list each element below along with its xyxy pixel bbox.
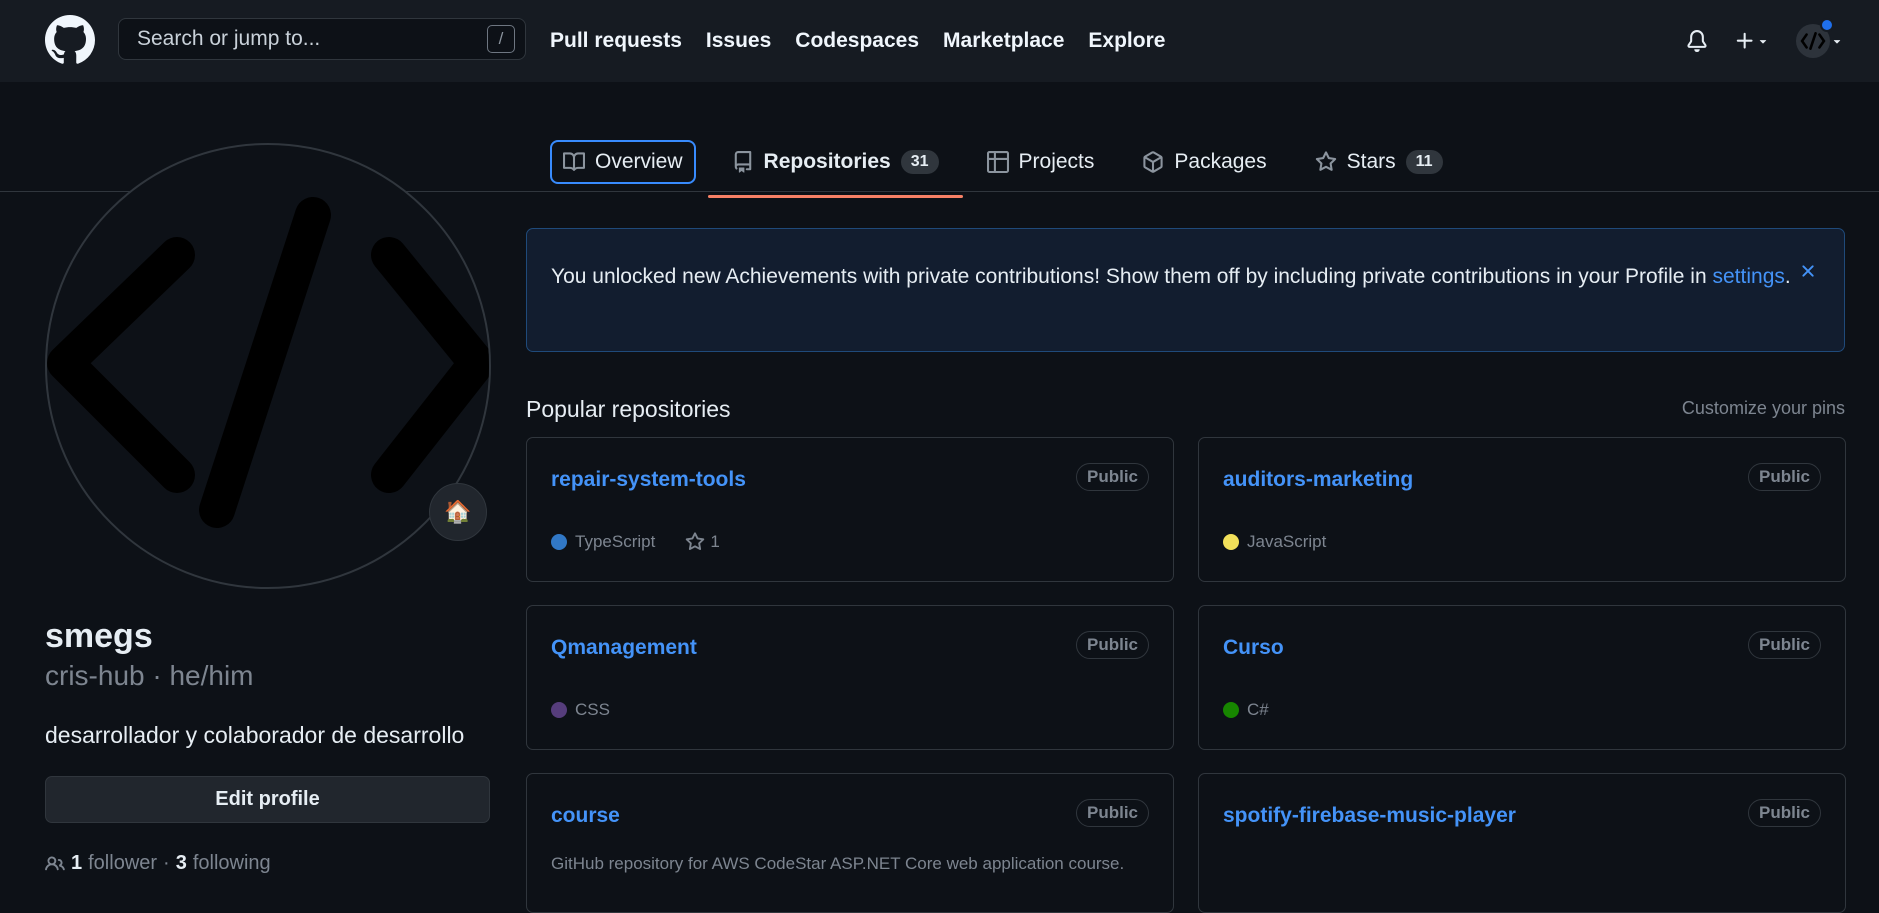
- repo-name-link[interactable]: repair-system-tools: [551, 468, 746, 492]
- visibility-badge: Public: [1747, 631, 1821, 659]
- repo-name-link[interactable]: Qmanagement: [551, 636, 697, 660]
- nav-codespaces[interactable]: Codespaces: [795, 29, 919, 53]
- repo-card: auditors-marketing Public JavaScript: [1198, 437, 1846, 582]
- profile-name: smegs: [45, 617, 153, 655]
- repo-star-count: 1: [710, 532, 720, 551]
- nav-explore[interactable]: Explore: [1088, 29, 1165, 53]
- repo-language: C#: [1247, 700, 1269, 719]
- followers-count[interactable]: 1: [71, 852, 82, 875]
- tab-stars-label: Stars: [1346, 150, 1396, 173]
- repo-name-link[interactable]: Curso: [1223, 636, 1284, 660]
- repo-card: repair-system-tools Public TypeScript 1: [526, 437, 1174, 582]
- repo-meta: CSS: [551, 700, 610, 720]
- people-icon: [45, 855, 65, 870]
- tab-projects[interactable]: Projects: [975, 140, 1107, 184]
- book-icon: [563, 152, 585, 171]
- follow-separator: ·: [163, 852, 170, 874]
- stars-count-badge: 11: [1405, 150, 1443, 174]
- tab-stars[interactable]: Stars 11: [1303, 140, 1455, 184]
- language-color-dot: [1223, 534, 1239, 550]
- tab-packages[interactable]: Packages: [1130, 140, 1278, 184]
- repo-name-link[interactable]: auditors-marketing: [1223, 468, 1413, 492]
- nav-pull-requests[interactable]: Pull requests: [550, 29, 682, 53]
- star-icon: [686, 532, 705, 551]
- package-icon: [1143, 151, 1164, 173]
- profile-avatar[interactable]: [45, 143, 491, 589]
- star-icon: [1315, 151, 1336, 171]
- repo-language: JavaScript: [1247, 532, 1327, 551]
- visibility-badge: Public: [1747, 463, 1821, 491]
- search-input[interactable]: Search or jump to... /: [118, 18, 526, 60]
- tab-packages-label: Packages: [1174, 150, 1267, 173]
- house-emoji-icon: 🏠: [444, 499, 472, 524]
- repo-description: GitHub repository for AWS CodeStar ASP.N…: [551, 854, 1125, 873]
- repo-card: spotify-firebase-music-player Public: [1198, 773, 1846, 913]
- edit-profile-button[interactable]: Edit profile: [45, 776, 490, 823]
- visibility-badge: Public: [1075, 463, 1149, 491]
- tab-overview[interactable]: Overview: [550, 140, 696, 184]
- close-icon[interactable]: [1798, 259, 1818, 291]
- language-color-dot: [1223, 702, 1239, 718]
- repo-icon: [734, 151, 751, 173]
- nav-issues[interactable]: Issues: [706, 29, 771, 53]
- banner-period: .: [1784, 265, 1791, 288]
- popular-repositories-title: Popular repositories: [526, 396, 731, 422]
- search-placeholder: Search or jump to...: [137, 27, 321, 50]
- caret-down-icon: [1833, 40, 1841, 44]
- visibility-badge: Public: [1075, 631, 1149, 659]
- repo-meta: JavaScript: [1223, 532, 1326, 552]
- language-color-dot: [551, 702, 567, 718]
- user-menu[interactable]: [1796, 18, 1844, 58]
- profile-tabs: Overview Repositories 31 Projects Packag…: [550, 132, 1455, 198]
- github-logo-icon[interactable]: [45, 15, 95, 65]
- notification-dot: [1820, 18, 1834, 32]
- plus-icon: [1736, 32, 1753, 49]
- search-shortcut-key: /: [487, 25, 515, 53]
- tab-overview-label: Overview: [595, 150, 683, 173]
- repo-stars-link[interactable]: 1: [685, 532, 720, 552]
- tab-repositories[interactable]: Repositories 31: [707, 140, 963, 198]
- banner-settings-link[interactable]: settings: [1713, 265, 1785, 288]
- repo-language: CSS: [575, 700, 610, 719]
- repo-name-link[interactable]: course: [551, 804, 620, 828]
- table-icon: [986, 151, 1009, 173]
- following-label[interactable]: following: [193, 852, 271, 875]
- code-brackets-icon: [47, 197, 489, 528]
- repo-card: Curso Public C#: [1198, 605, 1846, 750]
- repositories-count-badge: 31: [900, 150, 939, 174]
- repo-language: TypeScript: [575, 532, 656, 551]
- tab-projects-label: Projects: [1018, 150, 1095, 173]
- create-new-menu[interactable]: [1734, 30, 1770, 52]
- visibility-badge: Public: [1075, 799, 1149, 827]
- customize-pins-link[interactable]: Customize your pins: [1682, 398, 1845, 419]
- repo-meta: TypeScript 1: [551, 532, 720, 552]
- nav-marketplace[interactable]: Marketplace: [943, 29, 1064, 53]
- following-count[interactable]: 3: [176, 852, 187, 875]
- tab-repositories-label: Repositories: [763, 150, 891, 173]
- repo-meta: C#: [1223, 700, 1269, 720]
- language-color-dot: [551, 534, 567, 550]
- avatar: [1796, 18, 1834, 58]
- follow-stats: 1 follower · 3 following: [45, 852, 271, 875]
- header-actions: [1686, 0, 1844, 82]
- repo-card: Qmanagement Public CSS: [526, 605, 1174, 750]
- followers-label[interactable]: follower: [88, 852, 157, 875]
- repo-card: course Public GitHub repository for AWS …: [526, 773, 1174, 913]
- global-nav: Pull requests Issues Codespaces Marketpl…: [550, 0, 1165, 82]
- top-header: Search or jump to... / Pull requests Iss…: [0, 0, 1879, 82]
- visibility-badge: Public: [1747, 799, 1821, 827]
- achievements-banner: You unlocked new Achievements with priva…: [526, 228, 1845, 352]
- profile-login: cris-hub · he/him: [45, 660, 254, 691]
- caret-down-icon: [1759, 40, 1767, 44]
- status-emoji-button[interactable]: 🏠: [429, 483, 487, 541]
- profile-bio: desarrollador y colaborador de desarroll…: [45, 722, 465, 748]
- bell-icon[interactable]: [1686, 29, 1708, 53]
- repo-name-link[interactable]: spotify-firebase-music-player: [1223, 804, 1516, 828]
- banner-text: You unlocked new Achievements with priva…: [551, 265, 1707, 288]
